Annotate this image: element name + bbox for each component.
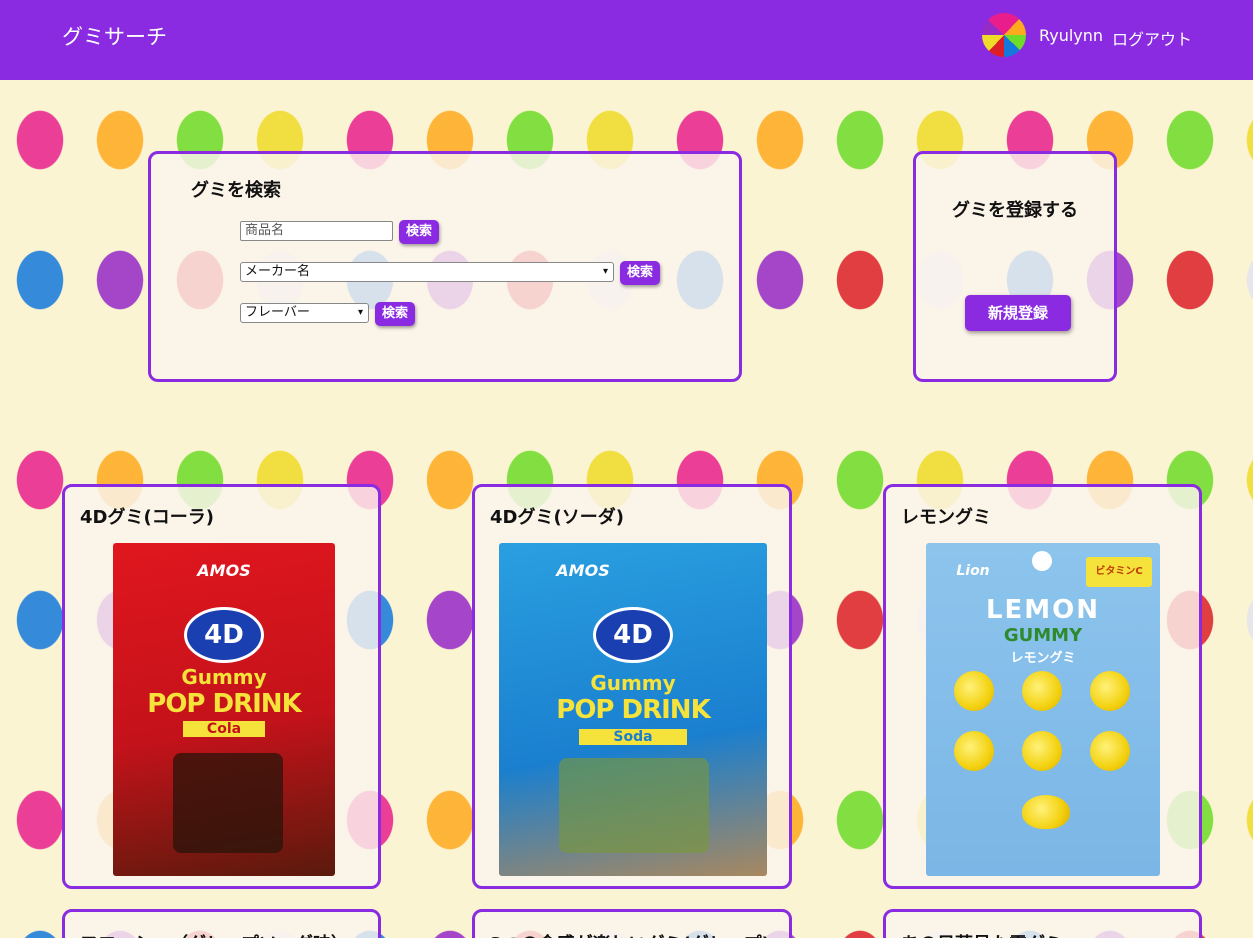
username[interactable]: Ryulynn bbox=[1039, 26, 1103, 45]
lemon-gummy bbox=[954, 731, 994, 771]
package-flavor-label: Cola bbox=[182, 721, 266, 737]
site-brand[interactable]: グミサーチ bbox=[62, 21, 167, 51]
register-panel-title: グミを登録する bbox=[952, 200, 1078, 221]
product-card[interactable]: レモングミ Lion ビタミンC LEMON GUMMY レモングミ bbox=[883, 484, 1202, 889]
package-line2: POP DRINK bbox=[556, 695, 710, 725]
register-panel: グミを登録する 新規登録 bbox=[913, 151, 1117, 382]
product-card[interactable]: あの日夢見た雲グミ bbox=[883, 909, 1202, 938]
product-name-input[interactable]: 商品名 bbox=[240, 221, 393, 241]
gummy-window bbox=[559, 758, 709, 853]
product-image[interactable]: AMOS 4D Gummy POP DRINK Soda bbox=[499, 543, 767, 876]
product-card[interactable]: フロッシュ（グレープソーダ味） bbox=[62, 909, 381, 938]
search-panel-title: グミを検索 bbox=[191, 180, 281, 201]
gummy-window bbox=[173, 753, 283, 853]
lemon-gummy bbox=[1090, 671, 1130, 711]
lemon-fruit-icon bbox=[1022, 795, 1070, 829]
product-name: レモングミ bbox=[901, 507, 991, 528]
product-card[interactable]: 4Dグミ(ソーダ) AMOS 4D Gummy POP DRINK Soda bbox=[472, 484, 792, 889]
package-line1: Gummy bbox=[590, 671, 676, 695]
product-name: 3つの食感が楽しいグミ(グレープ) bbox=[490, 930, 770, 938]
product-card[interactable]: 4Dグミ(コーラ) AMOS 4D Gummy POP DRINK Cola bbox=[62, 484, 381, 889]
flavor-select-value: フレーバー bbox=[245, 305, 310, 320]
package-line3: レモングミ bbox=[1010, 651, 1076, 666]
package-flavor: Cola bbox=[113, 721, 335, 737]
product-image[interactable]: AMOS 4D Gummy POP DRINK Cola bbox=[113, 543, 335, 876]
lemon-gummy bbox=[954, 671, 994, 711]
product-name: 4Dグミ(ソーダ) bbox=[490, 507, 624, 528]
top-navbar: グミサーチ Ryulynn ログアウト bbox=[0, 0, 1253, 80]
lemon-gummy bbox=[1090, 731, 1130, 771]
maker-select-value: メーカー名 bbox=[245, 264, 311, 279]
search-panel: グミを検索 商品名 検索 メーカー名 ▾ 検索 フレーバー ▾ 検索 bbox=[148, 151, 742, 382]
search-by-flavor-button[interactable]: 検索 bbox=[375, 302, 415, 326]
search-by-name-button[interactable]: 検索 bbox=[399, 220, 439, 244]
package-line2: GUMMY bbox=[1003, 625, 1083, 646]
lemon-gummy bbox=[1022, 671, 1062, 711]
package-line2: POP DRINK bbox=[147, 689, 301, 719]
lemon-gummy bbox=[1022, 731, 1062, 771]
flavor-select[interactable]: フレーバー ▾ bbox=[240, 303, 369, 323]
product-card[interactable]: 3つの食感が楽しいグミ(グレープ) bbox=[472, 909, 792, 938]
product-name: フロッシュ（グレープソーダ味） bbox=[80, 930, 349, 938]
search-by-maker-button[interactable]: 検索 bbox=[620, 261, 660, 285]
package-brand: AMOS bbox=[197, 561, 251, 580]
package-logo: 4D bbox=[593, 607, 673, 663]
package-flavor: Soda bbox=[499, 729, 767, 745]
package-flavor-label: Soda bbox=[579, 729, 687, 745]
new-register-button[interactable]: 新規登録 bbox=[965, 295, 1071, 331]
package-line1: LEMON bbox=[985, 595, 1101, 625]
maker-select[interactable]: メーカー名 ▾ bbox=[240, 262, 614, 282]
logout-link[interactable]: ログアウト bbox=[1112, 26, 1192, 50]
chevron-down-icon: ▾ bbox=[357, 307, 363, 318]
product-image[interactable]: Lion ビタミンC LEMON GUMMY レモングミ bbox=[926, 543, 1160, 876]
package-line1: Gummy bbox=[181, 665, 267, 689]
product-name: 4Dグミ(コーラ) bbox=[80, 507, 214, 528]
vitamin-badge: ビタミンC bbox=[1086, 557, 1152, 587]
product-name: あの日夢見た雲グミ bbox=[901, 930, 1063, 938]
package-brand: AMOS bbox=[556, 561, 610, 580]
package-logo: 4D bbox=[184, 607, 264, 663]
package-brand: Lion bbox=[956, 563, 990, 579]
chevron-down-icon: ▾ bbox=[602, 266, 608, 277]
user-avatar[interactable] bbox=[980, 11, 1028, 59]
